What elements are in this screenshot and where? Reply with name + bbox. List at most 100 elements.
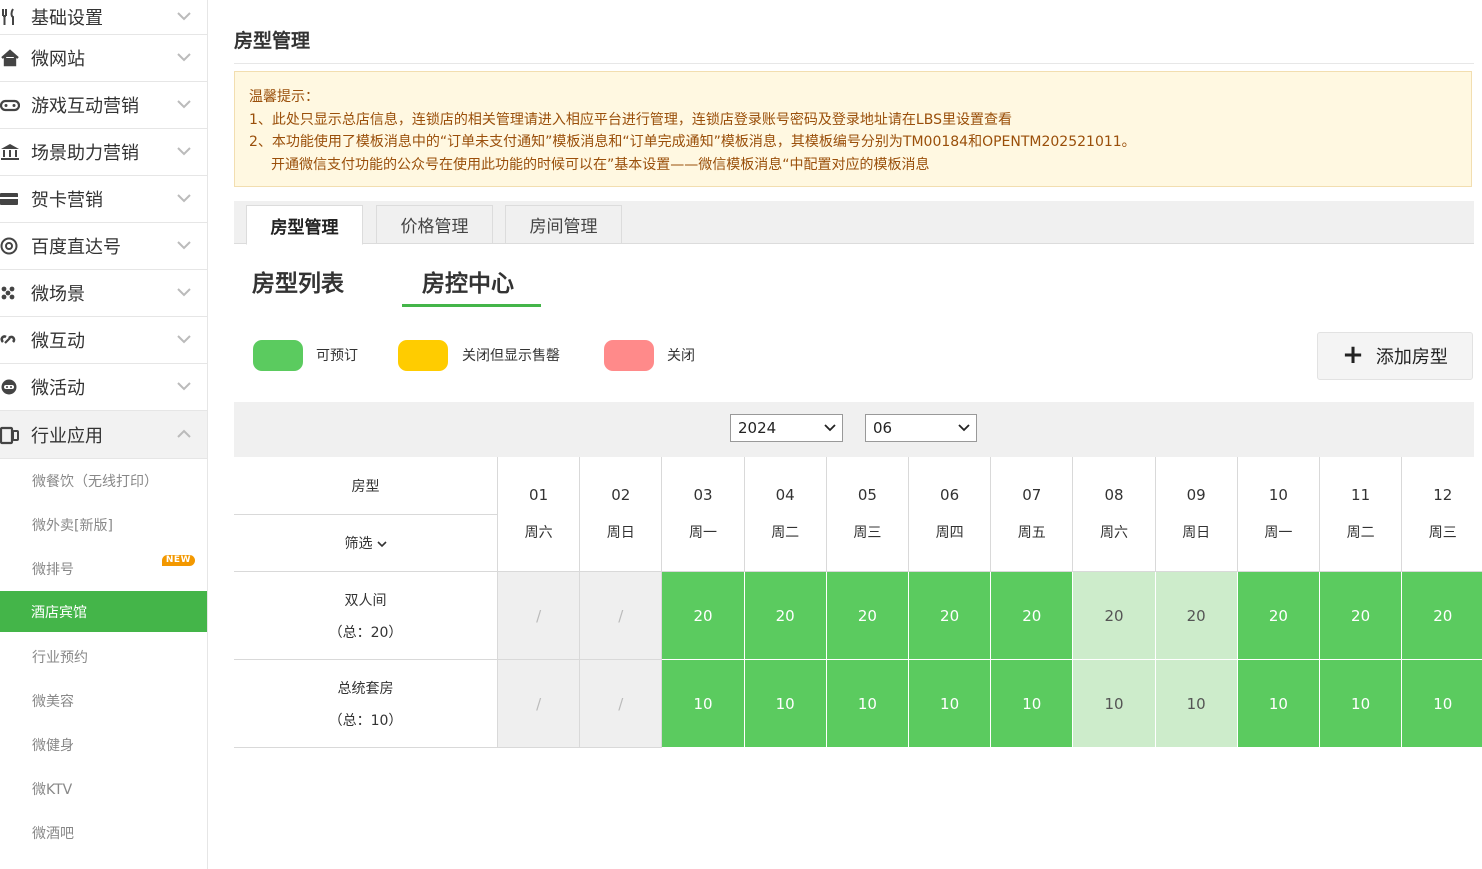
sidebar-menu-3[interactable]: 场景助力营销 <box>0 129 207 176</box>
notice-line-2: 2、本功能使用了模板消息中的“订单未支付通知”模板消息和“订单完成通知”模板消息… <box>249 134 1136 150</box>
add-room-type-button[interactable]: + 添加房型 <box>1317 332 1473 380</box>
sidebar-menu-9[interactable]: 行业应用 <box>0 411 207 459</box>
sidebar-subitem-5[interactable]: 微美容 <box>0 679 207 723</box>
room-availability-cell[interactable]: 20 <box>1237 572 1320 660</box>
device-icon <box>0 425 20 445</box>
bank-icon <box>0 142 20 162</box>
subtab-active-indicator <box>402 304 541 307</box>
chevron-down-icon <box>177 147 191 156</box>
sidebar-subitem-7[interactable]: 微KTV <box>0 767 207 811</box>
day-header: 03 周一 <box>662 457 745 572</box>
room-availability-cell[interactable]: 20 <box>1073 572 1156 660</box>
day-weekday: 周二 <box>771 525 800 541</box>
room-availability-cell[interactable]: 10 <box>1237 660 1320 748</box>
sidebar-subitem-0[interactable]: 微餐饮（无线打印） <box>0 459 207 503</box>
year-select[interactable]: 2024 <box>730 414 843 442</box>
room-availability-cell[interactable]: 20 <box>744 572 827 660</box>
availability-value: 20 <box>1268 606 1288 625</box>
sidebar-subitem-1[interactable]: 微外卖[新版] <box>0 503 207 547</box>
day-weekday: 周五 <box>1017 525 1046 541</box>
room-availability-cell[interactable]: 20 <box>662 572 745 660</box>
room-availability-cell: / <box>580 572 663 660</box>
availability-value: / <box>536 694 542 713</box>
room-availability-cell[interactable]: 10 <box>662 660 745 748</box>
notice-box: 温馨提示： 1、此处只显示总店信息，连锁店的相关管理请进入相应平台进行管理，连锁… <box>234 71 1472 187</box>
sidebar-subitem-3[interactable]: 酒店宾馆 <box>0 591 207 632</box>
room-availability-cell[interactable]: 20 <box>991 572 1074 660</box>
room-availability-cell[interactable]: 10 <box>909 660 992 748</box>
day-date: 08 <box>1104 486 1124 504</box>
day-header: 06 周四 <box>909 457 992 572</box>
chevron-down-icon <box>177 241 191 250</box>
chain-icon <box>0 330 20 350</box>
sidebar-menu-1[interactable]: 微网站 <box>0 35 207 82</box>
sidebar-menu-8[interactable]: 微活动 <box>0 364 207 411</box>
at-icon <box>0 236 20 256</box>
subtab-room-control[interactable]: 房控中心 <box>422 264 514 298</box>
day-weekday: 周三 <box>853 525 882 541</box>
chevron-down-icon <box>177 12 191 21</box>
chevron-down-icon <box>958 424 970 432</box>
tab-price[interactable]: 价格管理 <box>376 205 493 244</box>
day-weekday: 周一 <box>1264 525 1293 541</box>
sidebar-subitem-label: 微餐饮（无线打印） <box>32 474 158 490</box>
sidebar-menu-2[interactable]: 游戏互动营销 <box>0 82 207 129</box>
sidebar-menu-0[interactable]: 基础设置 <box>0 0 207 35</box>
availability-value: 20 <box>1186 606 1206 625</box>
room-availability-cell[interactable]: 20 <box>1155 572 1238 660</box>
tab-room-type[interactable]: 房型管理 <box>246 205 363 245</box>
sidebar-subitem-label: 微美容 <box>32 694 74 710</box>
availability-value: 20 <box>857 606 877 625</box>
sidebar-subitem-label: 微排号 <box>32 562 74 578</box>
room-availability-cell[interactable]: 10 <box>1402 660 1482 748</box>
subtab-room-list[interactable]: 房型列表 <box>252 264 344 298</box>
chevron-down-icon <box>177 335 191 344</box>
day-header: 08 周六 <box>1073 457 1156 572</box>
room-availability-cell[interactable]: 10 <box>744 660 827 748</box>
day-weekday: 周六 <box>1099 525 1128 541</box>
room-availability-cell[interactable]: 10 <box>1155 660 1238 748</box>
utensils-icon <box>0 7 20 27</box>
day-weekday: 周六 <box>524 525 553 541</box>
chevron-down-icon <box>376 541 387 548</box>
sidebar-subitem-4[interactable]: 行业预约 <box>0 635 207 679</box>
availability-value: 20 <box>1351 606 1371 625</box>
day-date: 01 <box>529 486 549 504</box>
day-date: 09 <box>1186 486 1206 504</box>
sidebar-subitem-8[interactable]: 微酒吧 <box>0 811 207 855</box>
sidebar-menu-label: 微场景 <box>31 284 85 305</box>
availability-value: 20 <box>693 606 713 625</box>
legend-swatch-soldout <box>398 340 448 371</box>
tab-room[interactable]: 房间管理 <box>505 205 622 244</box>
sidebar-menu-4[interactable]: 贺卡营销 <box>0 176 207 223</box>
sidebar-menu-7[interactable]: 微互动 <box>0 317 207 364</box>
room-availability-cell[interactable]: 20 <box>909 572 992 660</box>
month-select-value: 06 <box>873 419 893 437</box>
room-availability-cell[interactable]: 20 <box>1402 572 1482 660</box>
chevron-down-icon <box>824 424 836 432</box>
sidebar-subitem-label: 酒店宾馆 <box>31 604 87 621</box>
room-availability-cell[interactable]: 20 <box>826 572 909 660</box>
legend-label-soldout: 关闭但显示售罄 <box>462 348 560 364</box>
month-select[interactable]: 06 <box>865 414 977 442</box>
sidebar-menu-6[interactable]: 微场景 <box>0 270 207 317</box>
availability-value: / <box>618 606 624 625</box>
day-date: 02 <box>611 486 631 504</box>
header-filter[interactable]: 筛选 <box>234 515 498 572</box>
legend-label-bookable: 可预订 <box>316 348 358 364</box>
sidebar-menu-5[interactable]: 百度直达号 <box>0 223 207 270</box>
tab-bar: 房型管理 价格管理 房间管理 <box>234 201 1474 245</box>
room-availability-cell[interactable]: 10 <box>1073 660 1156 748</box>
room-name: 总统套房 <box>337 680 394 697</box>
sidebar-subitem-6[interactable]: 微健身 <box>0 723 207 767</box>
day-date: 12 <box>1433 486 1453 504</box>
room-availability-cell[interactable]: 10 <box>826 660 909 748</box>
chevron-up-icon <box>177 429 191 438</box>
day-weekday: 周二 <box>1346 525 1375 541</box>
sidebar-subitem-2[interactable]: 微排号 NEW <box>0 547 207 591</box>
room-availability-cell[interactable]: 10 <box>991 660 1074 748</box>
room-availability-cell[interactable]: 20 <box>1320 572 1403 660</box>
main-content: 房型管理 温馨提示： 1、此处只显示总店信息，连锁店的相关管理请进入相应平台进行… <box>234 0 1482 869</box>
room-availability-cell: / <box>498 660 581 748</box>
room-availability-cell[interactable]: 10 <box>1320 660 1403 748</box>
